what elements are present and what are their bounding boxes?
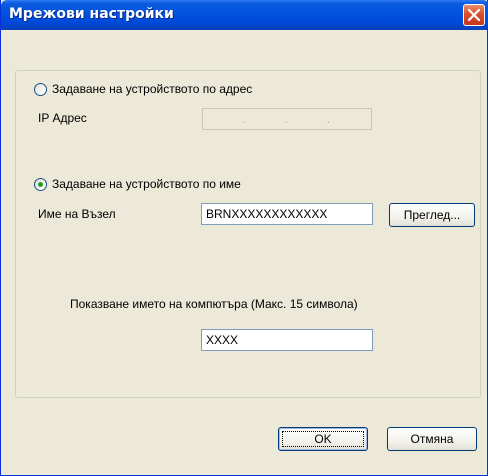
browse-button[interactable]: Преглед... xyxy=(389,203,475,227)
address-radio-label[interactable]: Задаване на устройството по адрес xyxy=(52,82,252,96)
ok-button[interactable]: OK xyxy=(278,427,368,451)
node-name-radio-label[interactable]: Задаване на устройството по име xyxy=(52,177,241,191)
radio-selected-dot xyxy=(38,182,43,187)
dialog-title: Мрежови настройки xyxy=(9,6,174,22)
ip-separator-1: . xyxy=(243,115,246,126)
node-name-label: Име на Възел xyxy=(38,207,116,221)
close-button[interactable] xyxy=(463,4,485,26)
ip-address-label: IP Адрес xyxy=(38,111,87,125)
address-radio[interactable] xyxy=(34,83,47,96)
node-name-input[interactable]: BRNXXXXXXXXXXXX xyxy=(201,203,373,225)
close-icon xyxy=(468,9,480,21)
ip-address-field: . . . xyxy=(202,108,372,130)
title-bar[interactable]: Мрежови настройки xyxy=(1,0,488,30)
ip-separator-3: . xyxy=(327,115,330,126)
computer-name-input[interactable]: XXXX xyxy=(201,329,373,351)
node-name-radio[interactable] xyxy=(34,178,47,191)
ip-separator-2: . xyxy=(285,115,288,126)
network-settings-dialog: Мрежови настройки Задаване на устройство… xyxy=(0,0,488,476)
cancel-button[interactable]: Отмяна xyxy=(387,427,477,451)
computer-name-label: Показване името на компютъра (Макс. 15 с… xyxy=(70,297,358,311)
ok-button-label: OK xyxy=(314,432,332,446)
